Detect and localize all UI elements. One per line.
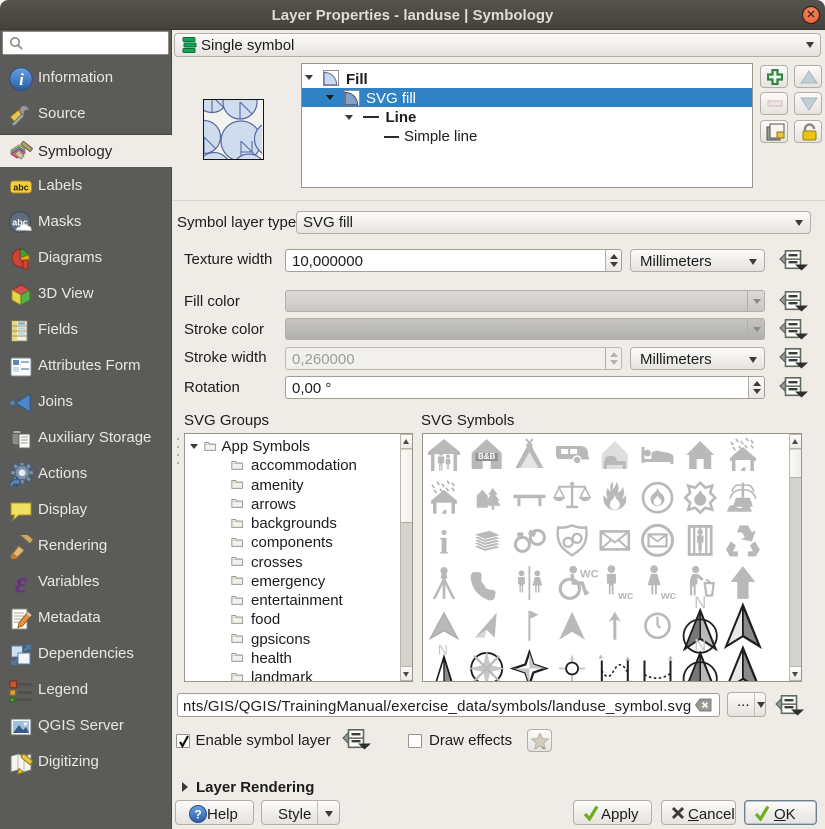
svg-text:abc: abc bbox=[13, 183, 29, 193]
svg-text:i: i bbox=[19, 70, 24, 89]
svg-text:i: i bbox=[439, 524, 448, 561]
svg-text:wc: wc bbox=[660, 590, 676, 602]
svg-text:?: ? bbox=[194, 807, 201, 821]
svg-text:ε: ε bbox=[15, 571, 28, 595]
svg-text:WC: WC bbox=[580, 568, 599, 580]
svg-text:N: N bbox=[438, 643, 448, 658]
svg-text:wc: wc bbox=[617, 590, 633, 602]
svg-text:B&B: B&B bbox=[478, 452, 496, 461]
